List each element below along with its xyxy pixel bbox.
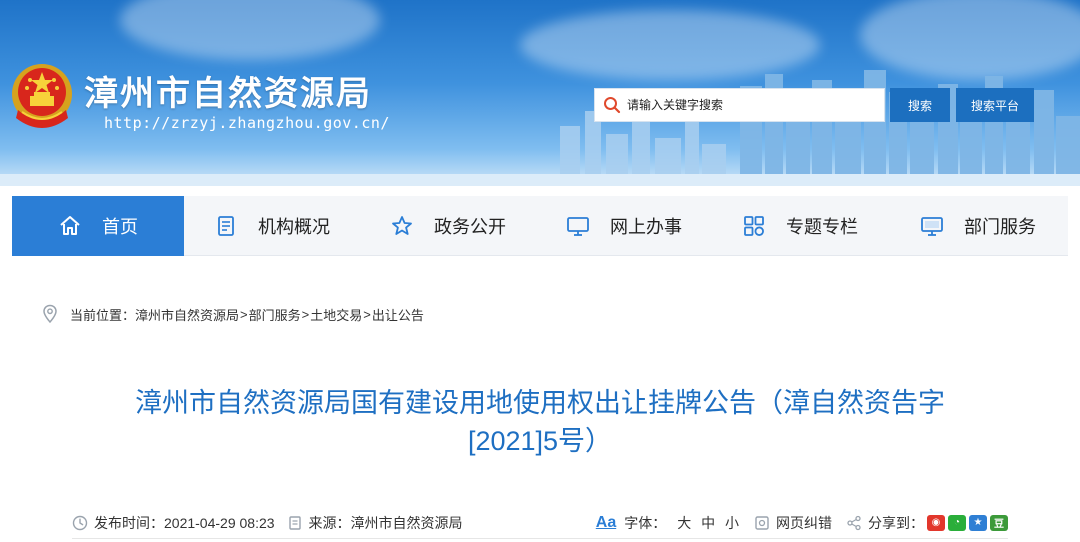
font-size-icon: Aa [595, 513, 617, 531]
source-label: 来源： [308, 514, 351, 531]
star-icon [392, 216, 412, 235]
share-icon [847, 515, 861, 530]
font-size-large[interactable]: 大 [677, 515, 691, 531]
search-icon [604, 97, 621, 114]
home-icon [60, 216, 80, 235]
nav-label: 网上办事 [610, 217, 682, 237]
article-tools: Aa 字体： 大 中 小 网页纠错 分享到： ◉ ◔ ★ 豆 [596, 513, 1008, 533]
clock-icon [72, 515, 88, 530]
article-title: 漳州市自然资源局国有建设用地使用权出让挂牌公告（漳自然资告字 [2021]5号） [60, 384, 1020, 460]
breadcrumb-item-department-services[interactable]: 部门服务 [249, 305, 301, 324]
weibo-icon[interactable]: ◉ [927, 514, 945, 531]
document-icon [218, 216, 234, 236]
source-document-icon [288, 515, 301, 530]
font-size-label: 字体： [624, 514, 667, 531]
share-label: 分享到： [868, 514, 924, 531]
font-size-options: 大 中 小 [674, 513, 742, 533]
breadcrumb-item-transfer-notice[interactable]: 出让公告 [372, 305, 424, 324]
qzone-icon[interactable]: ★ [969, 514, 987, 531]
source: 来源： 漳州市自然资源局 [287, 513, 463, 533]
publish-time-value: 2021-04-29 08:23 [164, 514, 275, 531]
search-box [594, 88, 885, 122]
error-report-label: 网页纠错 [776, 514, 832, 531]
article-title-line-2: [2021]5号） [467, 426, 613, 456]
national-emblem-logo [12, 64, 72, 128]
error-report-icon [755, 515, 769, 530]
source-value: 漳州市自然资源局 [350, 514, 463, 531]
nav-item-special-topics[interactable]: 专题专栏 [712, 196, 888, 256]
site-url: http://zrzyj.zhangzhou.gov.cn/ [104, 114, 390, 132]
nav-item-public-affairs[interactable]: 政务公开 [360, 196, 536, 256]
grid-icon [744, 216, 764, 236]
nav-item-organization[interactable]: 机构概况 [184, 196, 360, 256]
page-error-report[interactable]: 网页纠错 [754, 513, 832, 533]
search-platform-button[interactable]: 搜索平台 [956, 88, 1034, 122]
douban-icon[interactable]: 豆 [990, 514, 1008, 531]
publish-time: 发布时间： 2021-04-29 08:23 [72, 513, 275, 533]
nav-label: 政务公开 [434, 217, 506, 237]
site-title: 漳州市自然资源局 [84, 75, 372, 113]
main-nav: 首页 机构概况 政务公开 网上办事 专题专栏 部门服务 [12, 196, 1068, 256]
nav-label: 部门服务 [964, 217, 1036, 237]
nav-label: 专题专栏 [786, 217, 858, 237]
location-pin-icon [43, 304, 57, 324]
font-size-medium[interactable]: 中 [701, 515, 715, 531]
publish-time-label: 发布时间： [94, 514, 164, 531]
nav-item-home[interactable]: 首页 [12, 196, 184, 256]
article-meta-bar: 发布时间： 2021-04-29 08:23 来源： 漳州市自然资源局 Aa 字… [72, 507, 1008, 539]
breadcrumb-separator: > [363, 306, 371, 322]
nav-label: 首页 [102, 217, 138, 237]
breadcrumb-separator: > [240, 306, 248, 322]
nav-item-department-services[interactable]: 部门服务 [888, 196, 1068, 256]
share: 分享到： ◉ ◔ ★ 豆 [846, 513, 1008, 533]
breadcrumb-item-land-trading[interactable]: 土地交易 [310, 305, 362, 324]
search-input[interactable] [627, 98, 884, 112]
search-button[interactable]: 搜索 [890, 88, 950, 122]
breadcrumb: 当前位置： 漳州市自然资源局 > 部门服务 > 土地交易 > 出让公告 [42, 303, 424, 325]
nav-label: 机构概况 [258, 217, 330, 237]
monitor-icon [567, 217, 589, 236]
header-banner: 漳州市自然资源局 http://zrzyj.zhangzhou.gov.cn/ … [0, 0, 1080, 186]
wechat-icon[interactable]: ◔ [948, 514, 966, 531]
breadcrumb-separator: > [301, 306, 310, 322]
breadcrumb-item-home[interactable]: 漳州市自然资源局 [135, 305, 239, 324]
nav-item-online-services[interactable]: 网上办事 [536, 196, 712, 256]
font-size-small[interactable]: 小 [725, 515, 739, 531]
breadcrumb-prefix: 当前位置： [70, 307, 136, 323]
article-title-line-1: 漳州市自然资源局国有建设用地使用权出让挂牌公告（漳自然资告字 [135, 388, 945, 418]
desktop-icon [921, 217, 943, 236]
